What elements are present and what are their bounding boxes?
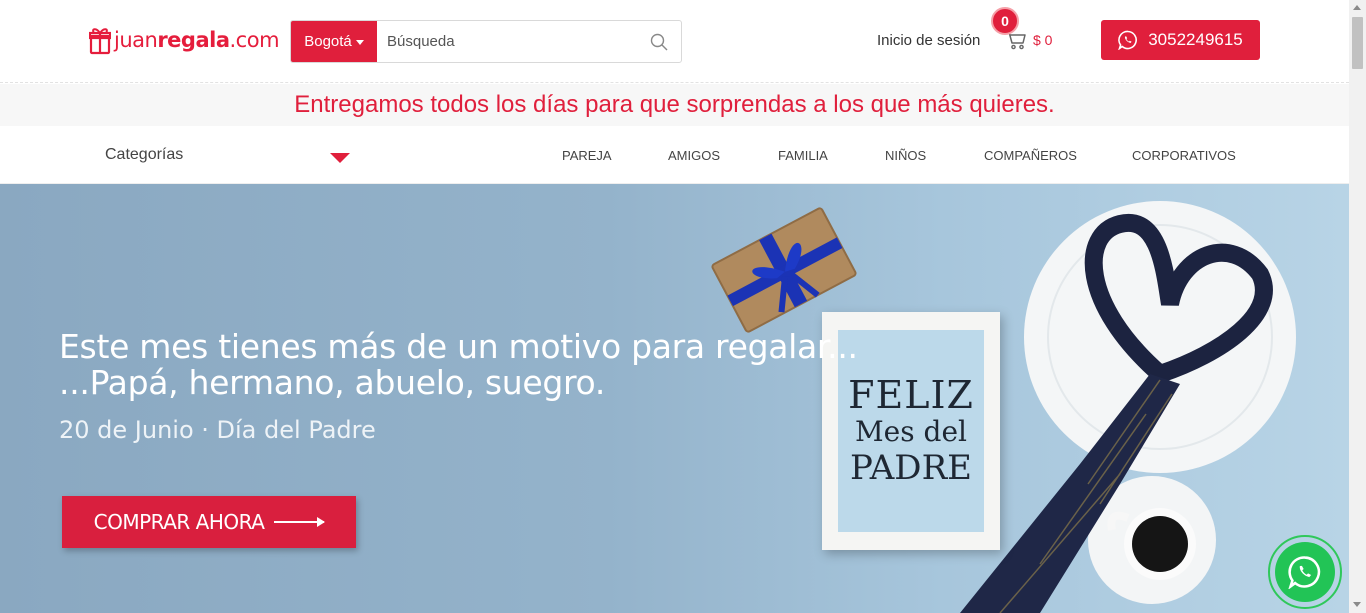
scroll-up-arrow-icon[interactable] (1353, 5, 1361, 10)
search-icon[interactable] (637, 21, 681, 62)
search-bar: Bogotá (290, 20, 682, 63)
arrow-right-icon (274, 517, 326, 527)
scroll-down-arrow-icon[interactable] (1353, 602, 1361, 607)
login-link[interactable]: Inicio de sesión (877, 32, 980, 49)
promo-bar: Entregamos todos los días para que sorpr… (0, 84, 1349, 126)
frame-line-1: FELIZ (848, 373, 974, 417)
buy-now-button[interactable]: COMPRAR AHORA (62, 496, 356, 548)
logo-text: juanregala.com (114, 28, 280, 52)
hero-headline-line-2: ...Papá, hermano, abuelo, suegro. (59, 363, 606, 402)
category-nav: Categorías PAREJA AMIGOS FAMILIA NIÑOS C… (0, 126, 1349, 184)
city-label: Bogotá (304, 33, 352, 50)
whatsapp-icon (1118, 30, 1138, 50)
cart-amount: $ 0 (1033, 32, 1053, 48)
hero-headline-line-1: Este mes tienes más de un motivo para re… (59, 327, 858, 366)
categories-dropdown[interactable]: Categorías (105, 146, 183, 164)
hero-banner[interactable]: FELIZ Mes del PADRE Este mes tienes más … (0, 184, 1349, 613)
cart-count-badge: 0 (991, 7, 1019, 35)
hero-headline: Este mes tienes más de un motivo para re… (59, 329, 858, 401)
frame-line-2: Mes del (855, 415, 967, 448)
logo[interactable]: juanregala.com (89, 24, 280, 56)
page: juanregala.com Bogotá Inicio de sesión $… (0, 0, 1366, 613)
scroll-thumb[interactable] (1352, 17, 1363, 69)
site-header: juanregala.com Bogotá Inicio de sesión $… (0, 0, 1349, 83)
nav-link-amigos[interactable]: AMIGOS (668, 148, 720, 163)
nav-link-ninos[interactable]: NIÑOS (885, 148, 926, 163)
promo-text: Entregamos todos los días para que sorpr… (294, 91, 1055, 118)
hero-subtitle: 20 de Junio · Día del Padre (59, 416, 376, 444)
search-input[interactable] (377, 21, 637, 62)
frame-card: FELIZ Mes del PADRE (838, 330, 984, 532)
chevron-down-icon (355, 40, 364, 45)
buy-now-label: COMPRAR AHORA (93, 510, 265, 534)
nav-link-pareja[interactable]: PAREJA (562, 148, 612, 163)
chevron-down-icon[interactable] (330, 153, 350, 163)
gift-logo-icon (89, 28, 111, 55)
nav-link-corporativos[interactable]: CORPORATIVOS (1132, 148, 1236, 163)
frame-line-3: PADRE (850, 448, 972, 488)
nav-link-companeros[interactable]: COMPAÑEROS (984, 148, 1077, 163)
whatsapp-icon (1288, 556, 1321, 589)
floating-whatsapp-circle (1275, 542, 1335, 602)
nav-link-familia[interactable]: FAMILIA (778, 148, 828, 163)
floating-whatsapp-button[interactable] (1268, 535, 1342, 609)
whatsapp-contact-button[interactable]: 3052249615 (1101, 20, 1260, 60)
city-dropdown[interactable]: Bogotá (291, 21, 377, 62)
page-scrollbar[interactable] (1349, 0, 1366, 613)
whatsapp-phone: 3052249615 (1148, 30, 1243, 49)
